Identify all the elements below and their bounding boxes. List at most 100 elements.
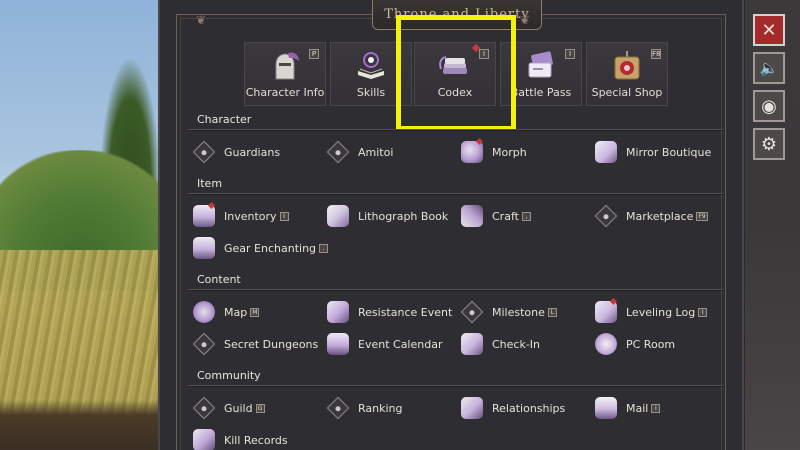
fence-decoration	[0, 400, 160, 450]
menu-item-label: Resistance Event	[358, 305, 453, 319]
craft-tools-icon	[460, 204, 484, 228]
right-ornament-icon: ❦	[520, 13, 531, 27]
shortcut-key: I	[651, 403, 661, 413]
section-divider	[188, 289, 723, 291]
shop-sign-icon	[614, 51, 640, 80]
tab-character-info[interactable]: P Character Info	[244, 42, 326, 106]
tab-special-shop[interactable]: F8 Special Shop	[586, 42, 668, 106]
shortcut-key: ,	[521, 211, 531, 221]
shortcut-key: F9	[696, 211, 708, 221]
tab-skills[interactable]: Skills	[330, 42, 412, 106]
user-settings-icon: ⚙	[760, 133, 778, 155]
menu-item-label: Milestone	[492, 305, 545, 319]
menu-item-leveling-log[interactable]: Leveling Log I	[594, 297, 708, 324]
menu-item-label: Mirror Boutique	[626, 145, 712, 159]
shortcut-key: I	[279, 211, 289, 221]
menu-item-amitoi[interactable]: Amitoi	[326, 140, 393, 164]
menu-item-ranking[interactable]: Ranking	[326, 396, 403, 420]
mail-envelope-icon	[594, 396, 618, 420]
menu-item-secret-dungeons[interactable]: Secret Dungeons	[192, 332, 318, 356]
menu-item-milestone[interactable]: Milestone L	[460, 300, 557, 324]
menu-item-kill-records[interactable]: Kill Records	[192, 428, 288, 450]
map-compass-icon	[192, 300, 216, 324]
menu-item-gear-enchanting[interactable]: Gear Enchanting .	[192, 236, 329, 260]
menu-item-label: Map	[224, 305, 248, 319]
lithograph-book-icon	[326, 204, 350, 228]
shortcut-key: P	[309, 49, 319, 59]
resistance-event-icon	[326, 300, 350, 324]
stamp-icon: ◉	[761, 95, 777, 117]
pc-room-icon	[594, 332, 618, 356]
menu-item-guild[interactable]: Guild G	[192, 396, 265, 420]
menu-item-label: Amitoi	[358, 145, 394, 159]
section-title-community: Community	[197, 369, 261, 382]
shortcut-key: .	[319, 243, 329, 253]
stamp-button[interactable]: ◉	[753, 90, 785, 122]
skull-swords-icon	[192, 428, 216, 450]
menu-item-label: Ranking	[358, 401, 403, 415]
menu-item-map[interactable]: Map M	[192, 300, 260, 324]
tab-battle-pass[interactable]: I Battle Pass	[500, 42, 582, 106]
menu-item-label: Morph	[492, 145, 527, 159]
codex-books-icon	[439, 56, 467, 74]
ticket-icon	[528, 51, 553, 78]
section-divider	[188, 129, 723, 131]
tab-label: Codex	[437, 86, 473, 99]
menu-item-label: Check-In	[492, 337, 541, 351]
user-settings-button[interactable]: ⚙	[753, 128, 785, 160]
lock-icon	[192, 332, 216, 356]
shortcut-key: I	[479, 49, 489, 59]
close-button[interactable]: ✕	[753, 14, 785, 46]
section-title-item: Item	[197, 177, 223, 190]
shortcut-key: G	[255, 403, 265, 413]
tab-codex[interactable]: I Codex	[414, 42, 496, 106]
menu-item-label: Inventory	[224, 209, 277, 223]
menu-item-label: Guardians	[224, 145, 281, 159]
lock-icon	[326, 396, 350, 420]
window-title: Throne and Liberty	[384, 7, 530, 22]
menu-item-label: Event Calendar	[358, 337, 443, 351]
menu-item-label: PC Room	[626, 337, 676, 351]
tab-label: Skills	[356, 86, 386, 99]
menu-item-resistance-event[interactable]: Resistance Event	[326, 300, 452, 324]
shortcut-key: M	[250, 307, 260, 317]
shortcut-key: L	[547, 307, 557, 317]
relationships-icon	[460, 396, 484, 420]
menu-item-relationships[interactable]: Relationships	[460, 396, 565, 420]
calendar-icon	[326, 332, 350, 356]
menu-item-lithograph-book[interactable]: Lithograph Book	[326, 204, 448, 228]
speaker-icon: 🔈	[759, 59, 779, 77]
menu-item-label: Gear Enchanting	[224, 241, 317, 255]
anvil-icon	[192, 236, 216, 260]
shortcut-key: I	[565, 49, 575, 59]
menu-item-label: Leveling Log	[626, 305, 696, 319]
lock-icon	[192, 396, 216, 420]
sound-button[interactable]: 🔈	[753, 52, 785, 84]
menu-item-inventory[interactable]: Inventory I	[192, 201, 289, 228]
lock-icon	[326, 140, 350, 164]
quill-check-icon	[460, 332, 484, 356]
inventory-chest-icon	[192, 201, 216, 228]
menu-item-label: Marketplace	[626, 209, 694, 223]
menu-item-mail[interactable]: Mail I	[594, 396, 661, 420]
menu-item-label: Guild	[224, 401, 253, 415]
menu-item-label: Secret Dungeons	[224, 337, 319, 351]
menu-item-pc-room[interactable]: PC Room	[594, 332, 675, 356]
morph-icon	[460, 137, 484, 164]
menu-item-craft[interactable]: Craft ,	[460, 204, 531, 228]
lock-icon	[192, 140, 216, 164]
shortcut-key: F8	[651, 49, 661, 59]
menu-item-mirror-boutique[interactable]: Mirror Boutique	[594, 140, 711, 164]
menu-item-check-in[interactable]: Check-In	[460, 332, 540, 356]
menu-item-guardians[interactable]: Guardians	[192, 140, 280, 164]
menu-item-label: Lithograph Book	[358, 209, 449, 223]
menu-item-label: Relationships	[492, 401, 566, 415]
menu-item-marketplace[interactable]: Marketplace F9	[594, 204, 708, 228]
tab-label: Special Shop	[591, 86, 663, 99]
menu-item-label: Kill Records	[224, 433, 288, 447]
menu-item-event-calendar[interactable]: Event Calendar	[326, 332, 442, 356]
tab-label: Battle Pass	[510, 86, 572, 99]
game-world-background	[0, 0, 160, 450]
menu-item-morph[interactable]: Morph	[460, 137, 527, 164]
section-divider	[188, 193, 723, 195]
